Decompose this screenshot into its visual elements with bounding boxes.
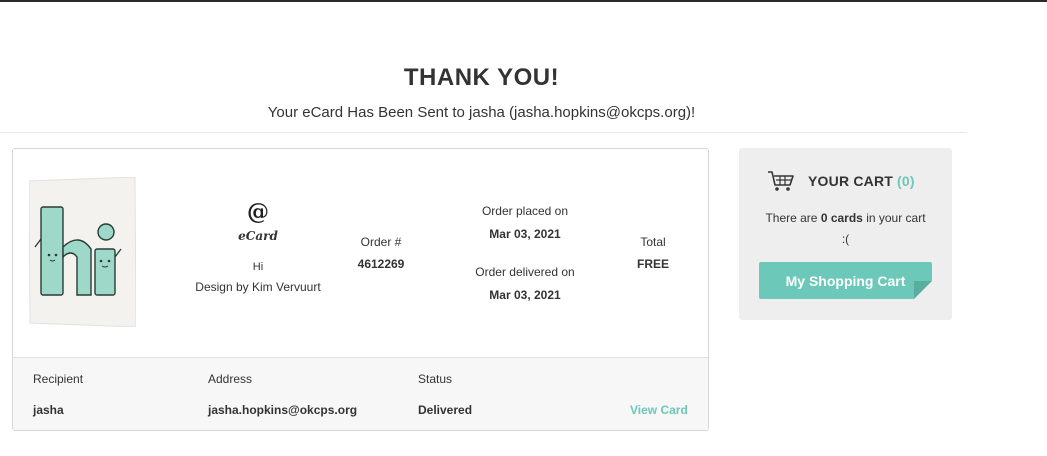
status-block: Status Delivered: [418, 372, 472, 417]
cart-text-after: in your cart: [866, 211, 926, 225]
status-label: Status: [418, 372, 453, 386]
order-placed-date: Mar 03, 2021: [489, 227, 561, 241]
cart-sad-face: :(: [841, 232, 850, 246]
delivery-status: Delivered: [418, 403, 473, 417]
recipient-block: Recipient jasha: [33, 372, 83, 417]
address-label: Address: [208, 372, 253, 386]
sent-confirmation: Your eCard Has Been Sent to jasha (jasha…: [267, 104, 696, 121]
at-icon: @: [247, 199, 269, 225]
ecard-info: @ eCard Hi Design by Kim Vervuurt: [183, 201, 333, 294]
order-card: @ eCard Hi Design by Kim Vervuurt Order …: [12, 148, 709, 431]
cart-header: YOUR CART (0): [767, 170, 915, 192]
view-card-link[interactable]: View Card: [630, 403, 688, 417]
cart-text-before: There are: [765, 211, 818, 225]
card-title: Hi: [252, 261, 264, 273]
shopping-cart-icon: [768, 171, 794, 191]
recipient-address: jasha.hopkins@okcps.org: [208, 403, 358, 417]
order-placed-label: Order placed on: [481, 204, 569, 218]
ecard-type-label: eCard: [238, 229, 278, 243]
page-title: THANK YOU!: [403, 64, 560, 91]
order-number-block: Order # 4612269: [343, 235, 419, 271]
recipient-label: Recipient: [33, 372, 84, 386]
my-shopping-cart-label: My Shopping Cart: [785, 272, 906, 289]
card-designer: Design by Kim Vervuurt: [195, 280, 321, 294]
order-delivered-date: Mar 03, 2021: [489, 288, 561, 302]
cart-panel: YOUR CART (0) There are 0 cards in your …: [739, 148, 952, 320]
cart-count: (0): [897, 173, 915, 189]
section-divider: [0, 132, 967, 133]
order-dates-block: Order placed on Mar 03, 2021 Order deliv…: [465, 204, 585, 302]
cart-status-text: There are 0 cards in your cart :(: [739, 208, 952, 250]
delivery-details: Recipient jasha Address jasha.hopkins@ok…: [13, 357, 708, 430]
my-shopping-cart-button[interactable]: My Shopping Cart: [759, 262, 932, 299]
order-total-label: Total: [640, 235, 666, 249]
order-number: 4612269: [357, 257, 405, 271]
order-delivered-label: Order delivered on: [475, 265, 575, 279]
hi-card-thumbnail[interactable]: [29, 177, 136, 327]
cart-card-count: 0 cards: [820, 211, 863, 225]
order-total: FREE: [636, 257, 669, 271]
order-total-block: Total FREE: [625, 235, 681, 271]
address-block: Address jasha.hopkins@okcps.org: [208, 372, 357, 417]
recipient-name: jasha: [33, 403, 64, 417]
top-rule: [0, 0, 1047, 2]
button-corner-fold: [914, 281, 932, 299]
cart-title: YOUR CART: [808, 173, 894, 189]
order-number-label: Order #: [360, 235, 402, 249]
